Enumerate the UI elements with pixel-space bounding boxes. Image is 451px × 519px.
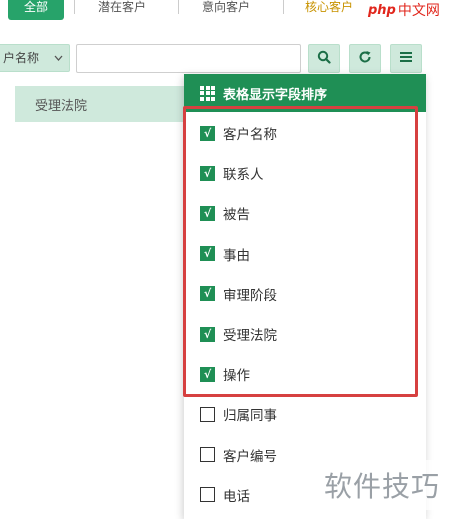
column-option[interactable]: √ 受理法院 — [200, 322, 277, 346]
checkbox-checked[interactable]: √ — [200, 165, 215, 181]
checkbox-checked[interactable]: √ — [200, 125, 215, 141]
column-option-label: 事由 — [223, 247, 250, 264]
column-option-label: 客户名称 — [223, 127, 277, 143]
column-option[interactable]: √ 审理阶段 — [200, 282, 277, 306]
tab-all[interactable]: 全部 — [8, 0, 64, 20]
checkbox-unchecked[interactable] — [200, 406, 215, 422]
column-option-label: 联系人 — [223, 167, 264, 184]
column-option[interactable]: 客户编号 — [200, 443, 277, 467]
customer-filter-tabs: 全部 潜在客户 意向客户 核心客户 php 中文网 — [0, 0, 451, 22]
table-header-court: 受理法院 — [35, 99, 88, 114]
column-option-label: 操作 — [223, 368, 250, 385]
checkbox-checked[interactable]: √ — [200, 205, 215, 221]
watermark-software-tips: 软件技巧 — [313, 460, 451, 510]
tab-intent-customers[interactable]: 意向客户 — [202, 0, 250, 20]
checkbox-checked[interactable]: √ — [200, 326, 215, 342]
chevron-down-icon — [54, 45, 63, 82]
column-option[interactable]: 归属同事 — [200, 402, 277, 426]
search-field-select[interactable]: 户名称 — [0, 44, 70, 72]
column-option-label: 归属同事 — [223, 408, 277, 425]
watermark-cn-text: 中文网 — [397, 3, 440, 19]
panel-title: 表格显示字段排序 — [223, 87, 328, 103]
search-field-value: 户名称 — [3, 51, 40, 65]
column-option-label: 客户编号 — [223, 448, 277, 465]
refresh-icon — [358, 50, 372, 68]
watermark-php-text: php — [368, 2, 396, 18]
tab-divider — [283, 0, 284, 14]
tab-divider — [74, 0, 75, 14]
watermark-php-cn: php 中文网 — [368, 0, 451, 22]
column-option-label: 审理阶段 — [223, 287, 277, 304]
tab-potential-customers[interactable]: 潜在客户 — [98, 0, 146, 20]
refresh-button[interactable] — [349, 44, 381, 73]
grid-icon — [200, 85, 215, 101]
column-option-label: 电话 — [223, 488, 250, 505]
tab-divider — [178, 0, 179, 14]
column-option-label: 受理法院 — [223, 328, 277, 344]
column-option-label: 被告 — [223, 207, 250, 224]
column-option[interactable]: √ 被告 — [200, 201, 250, 225]
checkbox-unchecked[interactable] — [200, 447, 215, 463]
column-option[interactable]: √ 事由 — [200, 242, 250, 266]
checkbox-checked[interactable]: √ — [200, 366, 215, 382]
panel-header: 表格显示字段排序 — [184, 74, 426, 112]
column-option[interactable]: 电话 — [200, 483, 250, 507]
tab-core-customers[interactable]: 核心客户 — [305, 0, 353, 20]
column-option[interactable]: √ 客户名称 — [200, 121, 277, 145]
search-input[interactable] — [76, 44, 301, 73]
checkbox-checked[interactable]: √ — [200, 246, 215, 262]
search-icon — [317, 50, 331, 68]
checkbox-checked[interactable]: √ — [200, 286, 215, 302]
table-header: 受理法院 — [15, 86, 195, 122]
search-button[interactable] — [308, 44, 340, 73]
search-bar: 户名称 — [0, 44, 451, 73]
column-settings-button[interactable] — [390, 44, 422, 73]
checkbox-unchecked[interactable] — [200, 487, 215, 503]
column-option[interactable]: √ 操作 — [200, 362, 250, 386]
column-option[interactable]: √ 联系人 — [200, 161, 264, 185]
column-display-panel: 表格显示字段排序 √ 客户名称 √ 联系人 √ 被告 √ 事由 √ 审理阶段 √ 受理法院 √ 操作归属同… — [184, 74, 426, 519]
list-icon — [399, 51, 413, 67]
